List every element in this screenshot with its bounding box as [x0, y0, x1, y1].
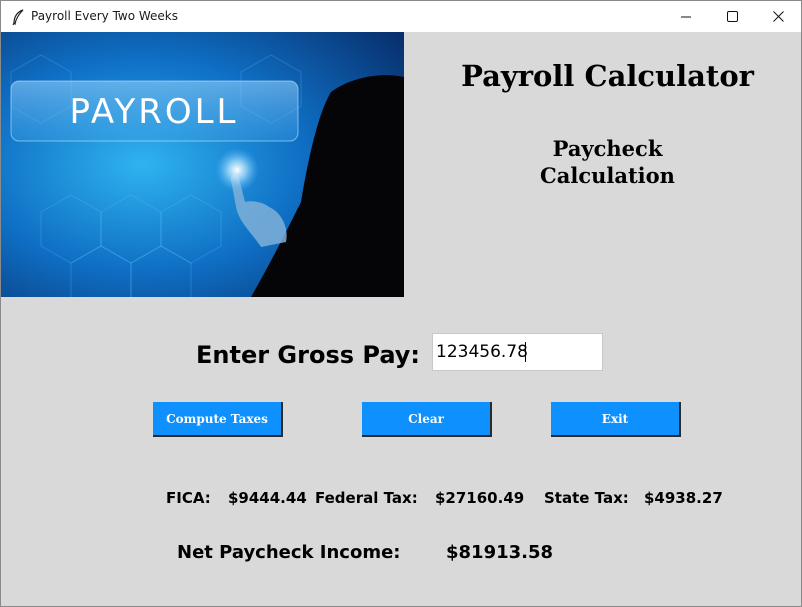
title-bar[interactable]: Payroll Every Two Weeks [1, 1, 801, 32]
text-cursor [525, 342, 526, 362]
sub-title: Paycheck Calculation [406, 135, 802, 189]
sub-title-line2: Calculation [540, 163, 675, 188]
window-title: Payroll Every Two Weeks [31, 9, 179, 23]
state-tax-label: State Tax: [544, 489, 629, 507]
compute-taxes-button[interactable]: Compute Taxes [153, 402, 283, 437]
close-icon [772, 11, 784, 22]
net-pay-value: $81913.58 [446, 542, 554, 563]
clear-button[interactable]: Clear [362, 402, 492, 437]
app-title: Payroll Calculator [461, 59, 754, 93]
federal-tax-label: Federal Tax: [315, 489, 418, 507]
sub-title-line1: Paycheck [552, 136, 663, 161]
maximize-button[interactable] [709, 1, 755, 32]
state-tax-value: $4938.27 [644, 489, 723, 507]
feather-icon [11, 9, 25, 26]
maximize-icon [726, 11, 738, 22]
app-window: Payroll Every Two Weeks PAYROLL Payroll … [0, 0, 802, 607]
fica-value: $9444.44 [228, 489, 307, 507]
close-button[interactable] [755, 1, 801, 32]
fica-label: FICA: [166, 489, 211, 507]
gross-pay-label: Enter Gross Pay: [196, 341, 421, 369]
minimize-icon [681, 12, 691, 22]
federal-tax-value: $27160.49 [435, 489, 525, 507]
minimize-button[interactable] [663, 1, 709, 32]
payroll-banner-image: PAYROLL [1, 32, 404, 315]
banner-text: PAYROLL [70, 92, 239, 132]
net-pay-label: Net Paycheck Income: [177, 542, 401, 563]
exit-button[interactable]: Exit [551, 402, 681, 437]
gross-pay-input[interactable] [432, 333, 603, 371]
